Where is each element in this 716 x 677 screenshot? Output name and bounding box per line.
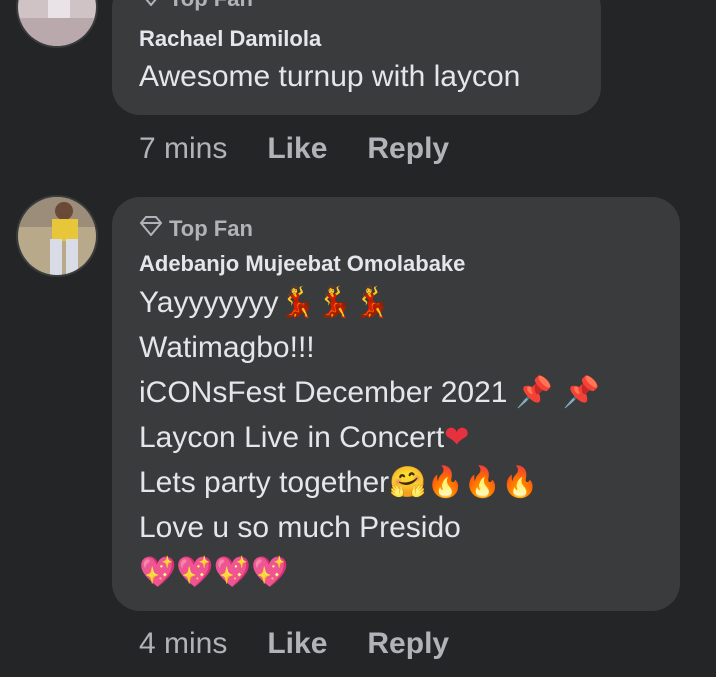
- comment-text: Awesome turnup with laycon: [139, 60, 521, 93]
- reply-button[interactable]: Reply: [367, 132, 449, 166]
- comment-text-line: Lets party together🤗🔥🔥🔥: [139, 465, 539, 501]
- comment-bubble: [112, 0, 601, 115]
- heart-emoji-icon: ❤: [444, 420, 470, 455]
- comment-text: Watimagbo!!!: [139, 331, 315, 364]
- timestamp: 4 mins: [139, 627, 228, 660]
- avatar-image: [18, 197, 96, 275]
- comment-text: iCONsFest December 2021: [139, 376, 508, 409]
- diamond-icon: [139, 216, 163, 242]
- sparkling-heart-emoji-icon: 💖💖💖💖: [139, 555, 289, 590]
- timestamp: 7 mins: [139, 132, 228, 165]
- like-button[interactable]: Like: [267, 132, 327, 166]
- diamond-icon: [139, 0, 163, 12]
- comment-text-line: Laycon Live in Concert❤: [139, 420, 469, 456]
- comment-text: Laycon Live in Concert: [139, 421, 445, 454]
- comment-text: Love u so much Presido: [139, 511, 461, 544]
- comment-text-line: Yayyyyyyy💃💃💃: [139, 285, 391, 321]
- like-button[interactable]: Like: [267, 627, 327, 661]
- comment-text: Lets party together: [139, 466, 390, 499]
- comment-actions: 4 mins Like Reply: [139, 627, 449, 661]
- comment-text-line: iCONsFest December 2021 📌 📌: [139, 375, 600, 411]
- top-fan-badge: Top Fan: [139, 216, 253, 242]
- comment-text: Yayyyyyyy: [139, 286, 279, 319]
- author-name[interactable]: Rachael Damilola: [139, 26, 321, 52]
- pushpin-emoji-icon: 📌 📌: [515, 375, 601, 410]
- comment-text-line: 💖💖💖💖: [139, 555, 288, 591]
- author-name[interactable]: Adebanjo Mujeebat Omolabake: [139, 251, 465, 277]
- top-fan-badge: Top Fan: [139, 0, 253, 12]
- avatar-image: [18, 0, 96, 46]
- avatar[interactable]: [18, 0, 96, 46]
- top-fan-label: Top Fan: [169, 0, 253, 12]
- hug-fire-emoji-icon: 🤗🔥🔥🔥: [389, 465, 539, 500]
- avatar[interactable]: [18, 197, 96, 275]
- comment-text-line: Watimagbo!!!: [139, 330, 315, 366]
- top-fan-label: Top Fan: [169, 216, 253, 241]
- comment-text-line: Love u so much Presido: [139, 510, 461, 546]
- dancer-emoji-icon: 💃💃💃: [278, 285, 391, 320]
- reply-button[interactable]: Reply: [367, 627, 449, 661]
- comment-actions: 7 mins Like Reply: [139, 132, 449, 166]
